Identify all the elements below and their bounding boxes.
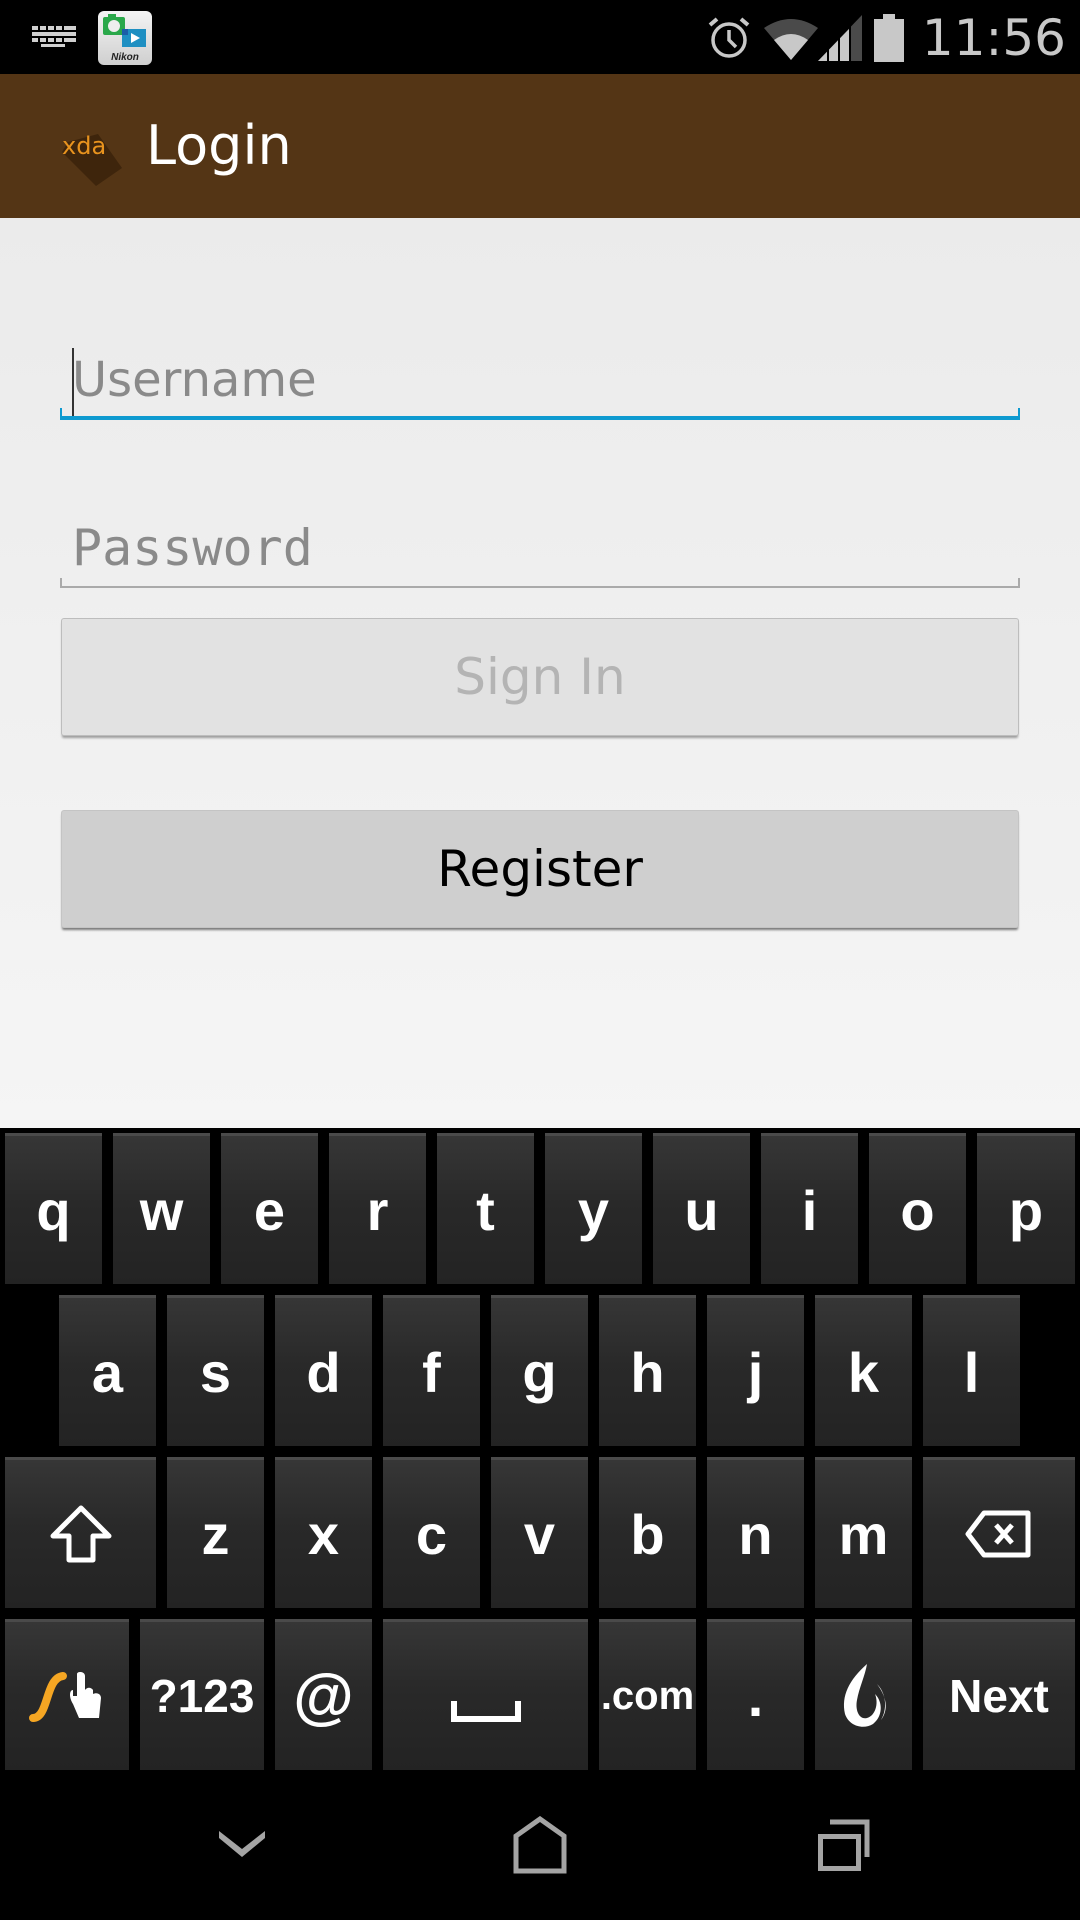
space-key[interactable]	[383, 1619, 588, 1770]
username-underline	[60, 408, 1020, 420]
camera-play-glyph	[103, 14, 146, 47]
xda-logo-icon: xda	[62, 132, 122, 186]
password-input[interactable]	[60, 508, 1020, 588]
recent-apps-icon	[818, 1819, 870, 1871]
key-w[interactable]: w	[113, 1133, 210, 1284]
key-j[interactable]: j	[707, 1295, 804, 1446]
home-icon	[513, 1816, 567, 1874]
backspace-icon	[965, 1510, 1031, 1558]
recent-apps-button[interactable]	[744, 1770, 944, 1920]
nikon-app-icon: Nikon	[98, 11, 152, 65]
key-d[interactable]: d	[275, 1295, 372, 1446]
register-button[interactable]: Register	[61, 810, 1019, 928]
key-a[interactable]: a	[59, 1295, 156, 1446]
key-e[interactable]: e	[221, 1133, 318, 1284]
key-y[interactable]: y	[545, 1133, 642, 1284]
alarm-icon	[708, 17, 750, 58]
wifi-icon	[763, 19, 818, 60]
hide-keyboard-icon	[219, 1831, 265, 1857]
next-key[interactable]: Next	[923, 1619, 1075, 1770]
key-g[interactable]: g	[491, 1295, 588, 1446]
battery-icon	[873, 14, 904, 62]
home-button[interactable]	[440, 1770, 640, 1920]
key-q[interactable]: q	[5, 1133, 102, 1284]
key-s[interactable]: s	[167, 1295, 264, 1446]
password-underline	[60, 578, 1020, 588]
key-i[interactable]: i	[761, 1133, 858, 1284]
navigation-bar	[0, 1770, 1080, 1920]
dragon-voice-key[interactable]	[815, 1619, 912, 1770]
action-bar: xda Login	[0, 74, 1080, 218]
key-z[interactable]: z	[167, 1457, 264, 1608]
dotcom-key[interactable]: .com	[599, 1619, 696, 1770]
key-o[interactable]: o	[869, 1133, 966, 1284]
shift-icon	[50, 1505, 111, 1563]
password-field-container[interactable]	[60, 508, 1020, 588]
backspace-key[interactable]	[923, 1457, 1075, 1608]
key-f[interactable]: f	[383, 1295, 480, 1446]
key-r[interactable]: r	[329, 1133, 426, 1284]
key-u[interactable]: u	[653, 1133, 750, 1284]
keyboard-icon	[32, 26, 76, 47]
key-h[interactable]: h	[599, 1295, 696, 1446]
sign-in-button[interactable]: Sign In	[61, 618, 1019, 736]
key-m[interactable]: m	[815, 1457, 912, 1608]
key-b[interactable]: b	[599, 1457, 696, 1608]
status-bar: Nikon 11:56	[0, 0, 1080, 74]
key-k[interactable]: k	[815, 1295, 912, 1446]
symbols-key[interactable]: ?123	[140, 1619, 264, 1770]
key-n[interactable]: n	[707, 1457, 804, 1608]
key-l[interactable]: l	[923, 1295, 1020, 1446]
period-key[interactable]: .	[707, 1619, 804, 1770]
key-c[interactable]: c	[383, 1457, 480, 1608]
space-icon	[450, 1701, 521, 1722]
username-field-container[interactable]	[60, 340, 1020, 420]
soft-keyboard: q w e r t y u i o p a s d f g h j k l z …	[0, 1128, 1080, 1770]
at-key[interactable]: @	[275, 1619, 372, 1770]
hide-keyboard-button[interactable]	[142, 1770, 342, 1920]
xda-logo-text: xda	[62, 132, 106, 160]
key-t[interactable]: t	[437, 1133, 534, 1284]
page-title: Login	[146, 114, 292, 177]
key-v[interactable]: v	[491, 1457, 588, 1608]
dragon-voice-icon	[843, 1664, 886, 1727]
swype-icon	[29, 1671, 101, 1722]
shift-key[interactable]	[5, 1457, 156, 1608]
key-x[interactable]: x	[275, 1457, 372, 1608]
xda-logo[interactable]: xda	[58, 124, 134, 194]
login-form: Sign In Register	[0, 218, 1080, 1128]
clock: 11:56	[921, 9, 1066, 67]
swype-key[interactable]	[5, 1619, 129, 1770]
key-p[interactable]: p	[977, 1133, 1075, 1284]
signal-icon	[817, 15, 862, 61]
nikon-label: Nikon	[111, 52, 139, 63]
